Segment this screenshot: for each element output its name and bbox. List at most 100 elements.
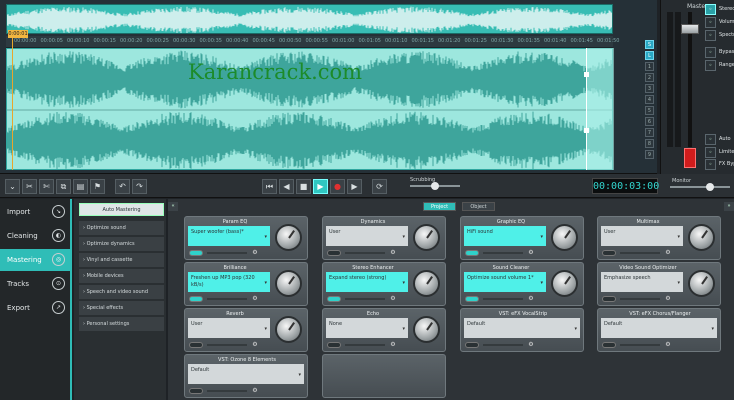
waveform-panel[interactable]: 00:00:00 00:00:05 00:00:10 00:00:15 00:00:20…	[0, 0, 657, 174]
gear-icon[interactable]: ⚙	[527, 249, 535, 257]
effect-amount-knob[interactable]	[413, 316, 440, 343]
effect-preset-dropdown[interactable]: HiFi sound ▾	[464, 226, 546, 246]
monitor-slider-knob[interactable]	[706, 183, 714, 191]
master-item-auto[interactable]: ◦ Auto	[705, 134, 734, 146]
scissors-icon[interactable]: ✂	[22, 179, 37, 194]
spectral-icon[interactable]: ◦	[705, 30, 716, 41]
marker-icon[interactable]: ⚑	[90, 179, 105, 194]
track-button-2[interactable]: 2	[645, 73, 654, 82]
timeline-ruler[interactable]: 00:00:00 00:00:05 00:00:10 00:00:15 00:00:20…	[6, 36, 619, 48]
submenu-item[interactable]: › Special effects	[79, 301, 164, 316]
track-button-6[interactable]: 6	[645, 117, 654, 126]
effect-power-toggle[interactable]	[465, 342, 479, 348]
effect-amount-knob[interactable]	[551, 224, 578, 251]
gear-icon[interactable]: ⚙	[251, 387, 259, 395]
effect-amount-knob[interactable]	[551, 270, 578, 297]
marker-handle[interactable]	[584, 72, 589, 77]
record-arm-button[interactable]	[684, 148, 696, 168]
track-button-5[interactable]: 5	[645, 106, 654, 115]
previous-icon[interactable]: ◀	[279, 179, 294, 194]
stereo-icon[interactable]: ◦	[705, 4, 716, 15]
nav-item-mastering[interactable]: Mastering ◎	[0, 249, 70, 271]
scrubbing-slider-knob[interactable]	[431, 182, 439, 190]
gear-icon[interactable]: ⚙	[664, 295, 672, 303]
gear-icon[interactable]: ⚙	[527, 341, 535, 349]
track-button-4[interactable]: 4	[645, 95, 654, 104]
effect-preset-dropdown[interactable]: Default ▾	[188, 364, 304, 384]
redo-icon[interactable]: ↷	[132, 179, 147, 194]
effect-power-toggle[interactable]	[602, 342, 616, 348]
master-item-spectral[interactable]: ◦Spectral	[705, 30, 734, 42]
track-button-1[interactable]: 1	[645, 62, 654, 71]
effect-power-toggle[interactable]	[602, 250, 616, 256]
volume-icon[interactable]: ◦	[705, 17, 716, 28]
nav-item-import[interactable]: Import ↘	[0, 201, 70, 223]
effect-power-toggle[interactable]	[602, 296, 616, 302]
effect-power-toggle[interactable]	[327, 342, 341, 348]
auto-mastering-button[interactable]: Auto Mastering	[79, 203, 164, 216]
effect-power-toggle[interactable]	[465, 250, 479, 256]
master-item-bypass[interactable]: ◦Bypass	[705, 47, 734, 59]
effect-preset-dropdown[interactable]: Default ▾	[601, 318, 717, 338]
submenu-item[interactable]: › Optimize dynamics	[79, 237, 164, 252]
range-end-marker[interactable]	[584, 48, 614, 170]
gear-icon[interactable]: ⚙	[527, 295, 535, 303]
gear-icon[interactable]: ⚙	[389, 341, 397, 349]
monitor-slider[interactable]	[670, 186, 730, 188]
playhead-line[interactable]	[12, 38, 13, 170]
master-item-fx-bypass[interactable]: ◦FX Bypass	[705, 159, 734, 171]
marker-handle[interactable]	[584, 128, 589, 133]
master-fader-knob[interactable]	[681, 24, 699, 34]
nav-item-cleaning[interactable]: Cleaning ◐	[0, 225, 70, 247]
gear-icon[interactable]: ⚙	[664, 341, 672, 349]
nav-item-export[interactable]: Export ↗	[0, 297, 70, 319]
playhead-flag[interactable]: 0:00:01	[8, 30, 28, 38]
effect-power-toggle[interactable]	[189, 342, 203, 348]
submenu-item[interactable]: › Vinyl and cassette	[79, 253, 164, 268]
gear-icon[interactable]: ⚙	[664, 249, 672, 257]
effect-amount-knob[interactable]	[275, 316, 302, 343]
track-button-8[interactable]: 8	[645, 139, 654, 148]
effect-preset-dropdown[interactable]: Expand stereo (strong) ▾	[326, 272, 408, 292]
tab-project[interactable]: Project	[423, 202, 456, 211]
gear-icon[interactable]: ⚙	[251, 249, 259, 257]
next-icon[interactable]: ▶	[347, 179, 362, 194]
effect-amount-knob[interactable]	[275, 224, 302, 251]
loop-icon[interactable]: ⟳	[372, 179, 387, 194]
effect-preset-dropdown[interactable]: Emphasize speech ▾	[601, 272, 683, 292]
effect-preset-dropdown[interactable]: Super woofer (bass)* ▾	[188, 226, 270, 246]
undo-icon[interactable]: ↶	[115, 179, 130, 194]
effect-power-toggle[interactable]	[327, 296, 341, 302]
collapse-left-icon[interactable]: «	[168, 202, 178, 211]
fx-bypass-icon[interactable]: ◦	[705, 159, 716, 170]
effect-preset-dropdown[interactable]: User ▾	[188, 318, 270, 338]
effect-power-toggle[interactable]	[189, 388, 203, 394]
track-button-9[interactable]: 9	[645, 150, 654, 159]
copy-icon[interactable]: ⧉	[56, 179, 71, 194]
bypass-icon[interactable]: ◦	[705, 47, 716, 58]
track-button-l[interactable]: L	[645, 51, 654, 60]
effect-amount-knob[interactable]	[275, 270, 302, 297]
collapse-right-icon[interactable]: »	[724, 202, 734, 211]
effect-amount-knob[interactable]	[413, 224, 440, 251]
tab-object[interactable]: Object	[462, 202, 495, 211]
collapse-icon[interactable]: ⌄	[5, 179, 20, 194]
limiter-icon[interactable]: ◦	[705, 147, 716, 158]
submenu-item[interactable]: › Personal settings	[79, 317, 164, 332]
effect-amount-knob[interactable]	[413, 270, 440, 297]
gear-icon[interactable]: ⚙	[251, 341, 259, 349]
track-button-3[interactable]: 3	[645, 84, 654, 93]
effect-power-toggle[interactable]	[189, 296, 203, 302]
gear-icon[interactable]: ⚙	[389, 249, 397, 257]
paste-icon[interactable]: ▤	[73, 179, 88, 194]
record-icon[interactable]: ●	[330, 179, 345, 194]
effect-power-toggle[interactable]	[465, 296, 479, 302]
effect-slot-empty[interactable]	[322, 354, 446, 398]
rewind-start-icon[interactable]: ⏮	[262, 179, 277, 194]
track-button-s[interactable]: S	[645, 40, 654, 49]
effect-power-toggle[interactable]	[189, 250, 203, 256]
effect-amount-knob[interactable]	[688, 224, 715, 251]
play-icon[interactable]: ▶	[313, 179, 328, 194]
overview-waveform[interactable]	[6, 4, 613, 34]
master-item-range[interactable]: ◦ Range	[705, 60, 734, 72]
